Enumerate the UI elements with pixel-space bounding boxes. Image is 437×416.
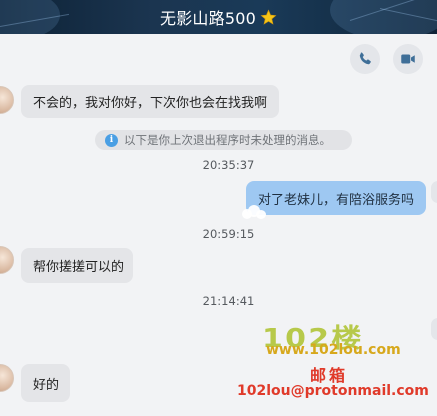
- message-bubble-incoming[interactable]: 不会的，我对你好，下次你也会在找我啊: [21, 85, 279, 118]
- message-text: 帮你搓搓可以的: [33, 260, 125, 275]
- message-bubble-incoming[interactable]: 帮你搓搓可以的: [21, 248, 133, 283]
- chat-title[interactable]: 无影山路500: [160, 5, 256, 29]
- unread-notice: i 以下是你上次退出程序时未处理的消息。: [95, 130, 352, 150]
- message-bubble-incoming[interactable]: 好的: [21, 364, 70, 402]
- video-call-button[interactable]: [393, 44, 423, 74]
- watermark-site: www.102lou.com: [266, 342, 401, 358]
- video-camera-icon: [401, 54, 415, 64]
- timestamp: 20:59:15: [202, 227, 255, 241]
- timestamp: 20:35:37: [202, 158, 255, 172]
- avatar[interactable]: [431, 318, 437, 340]
- bubble-cloud-decoration: [240, 205, 270, 219]
- message-bubble-outgoing[interactable]: 对了老妹儿，有陪浴服务吗: [242, 181, 426, 219]
- message-text: 对了老妹儿，有陪浴服务吗: [258, 192, 415, 208]
- message-text: 不会的，我对你好，下次你也会在找我啊: [33, 96, 268, 111]
- avatar[interactable]: [431, 181, 437, 203]
- timestamp: 21:14:41: [202, 294, 255, 308]
- phone-icon: [359, 52, 371, 65]
- title-bar: 无影山路500: [0, 0, 437, 34]
- voice-call-button[interactable]: [350, 44, 380, 74]
- watermark-email: 102lou@protonmail.com: [237, 383, 429, 399]
- info-icon: i: [105, 133, 118, 147]
- message-text: 好的: [33, 377, 60, 393]
- notice-text: 以下是你上次退出程序时未处理的消息。: [124, 133, 331, 147]
- star-icon: [260, 9, 277, 25]
